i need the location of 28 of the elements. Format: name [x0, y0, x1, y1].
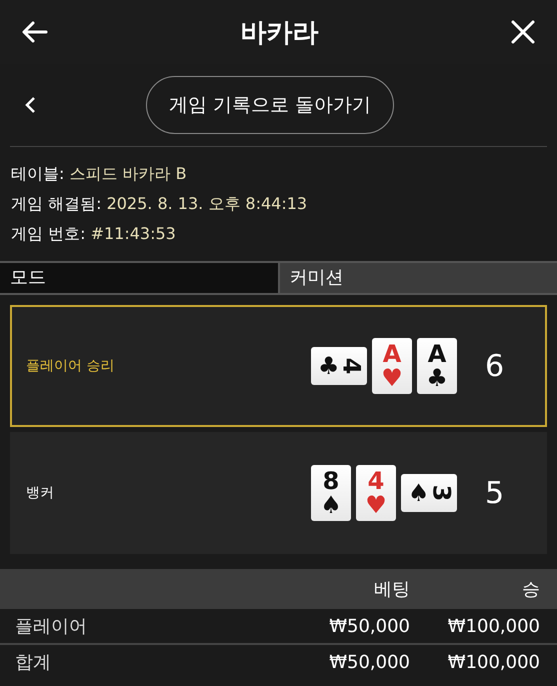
playing-card: ♣ 4	[311, 347, 367, 385]
column-header: 승	[521, 578, 540, 601]
playing-card: A ♣	[417, 338, 457, 394]
info-line: 게임 해결됨: 2025. 8. 13. 오후 8:44:13	[11, 193, 308, 215]
playing-card: A ♥	[372, 338, 412, 394]
info-line: 테이블: 스피드 바카라 B	[11, 163, 188, 185]
column-header: 베팅	[373, 578, 410, 601]
playing-card: 4 ♥	[356, 465, 396, 521]
hand-score: 6	[485, 348, 504, 384]
bet-amount: ₩50,000	[328, 652, 410, 672]
hand-label: 뱅커	[25, 484, 55, 502]
chevron-left-icon[interactable]	[24, 96, 36, 114]
bet-amount: ₩50,000	[328, 616, 410, 636]
back-to-history-button[interactable]: 게임 기록으로 돌아가기	[146, 76, 394, 134]
info-line: 게임 번호: #11:43:53	[11, 223, 177, 245]
win-amount: ₩100,000	[446, 652, 540, 672]
tab[interactable]: 커미션	[278, 263, 557, 293]
row-label: 플레이어	[15, 615, 88, 638]
playing-card: 8 ♠	[311, 465, 351, 521]
close-icon[interactable]	[511, 20, 535, 44]
playing-card: ♠ 3	[401, 474, 457, 512]
row-label: 합계	[15, 651, 52, 674]
hand-label: 플레이어 승리	[25, 357, 116, 375]
back-arrow-icon[interactable]	[22, 21, 48, 43]
win-amount: ₩100,000	[446, 616, 540, 636]
hand-score: 5	[485, 476, 504, 510]
tab[interactable]: 모드	[0, 263, 278, 293]
window-title: 바카라	[240, 16, 318, 50]
